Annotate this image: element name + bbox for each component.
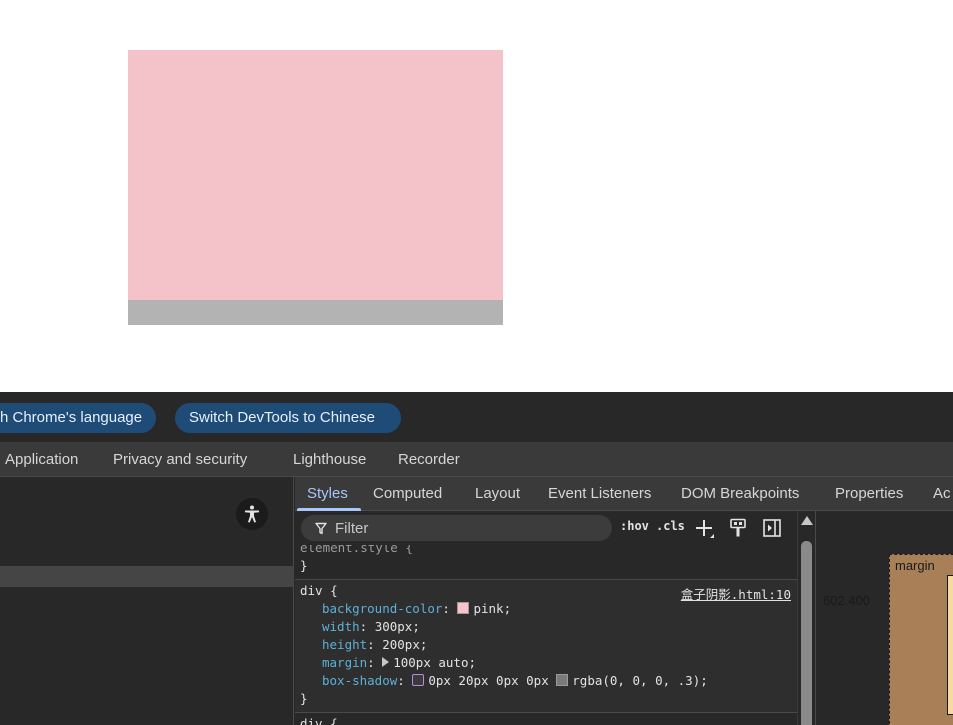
css-declaration[interactable]: margin: 100px auto; [300, 654, 792, 672]
css-property-value[interactable]: 200px [382, 637, 420, 652]
accessibility-tree-button[interactable] [236, 498, 268, 530]
tab-application[interactable]: Application [5, 443, 78, 477]
css-property-name[interactable]: box-shadow [322, 673, 397, 688]
stylesheet-source-link[interactable]: 盒子阴影.html:10 [681, 584, 791, 603]
css-property-name[interactable]: margin [322, 655, 367, 670]
paint-brush-icon [730, 518, 746, 537]
expand-triangle-icon[interactable] [382, 657, 390, 667]
language-infobar: h Chrome's language Switch DevTools to C… [0, 392, 953, 443]
box-shadow-area [128, 300, 503, 325]
style-rules-list: element.style { } div { 盒子阴影.html:10 bac… [295, 545, 797, 725]
color-swatch-icon[interactable] [556, 674, 569, 686]
sidebar-toggle-icon [763, 519, 781, 537]
accessibility-icon [245, 505, 259, 523]
plus-icon [696, 520, 714, 538]
new-style-rule-button[interactable] [693, 517, 715, 539]
box-model-margin-label: margin [895, 558, 935, 573]
css-property-value[interactable]: 100px auto [393, 655, 468, 670]
tab-dom-breakpoints[interactable]: DOM Breakpoints [681, 477, 799, 511]
styles-scrollbar[interactable] [797, 511, 815, 725]
rule-close-brace: } [300, 558, 308, 573]
switch-devtools-chinese-button[interactable]: Switch DevTools to Chinese [175, 403, 401, 433]
css-property-value-color[interactable]: rgba(0, 0, 0, .3) [572, 673, 700, 688]
rendering-emulation-button[interactable] [727, 517, 749, 539]
box-model-left-value[interactable]: 602.400 [823, 593, 870, 608]
filter-icon [315, 522, 327, 534]
class-toggle[interactable]: .cls [656, 519, 685, 533]
tab-properties[interactable]: Properties [835, 477, 903, 511]
css-declaration[interactable]: box-shadow: 0px 20px 0px 0px rgba(0, 0, … [300, 672, 792, 690]
tab-event-listeners[interactable]: Event Listeners [548, 477, 651, 511]
css-declaration[interactable]: height: 200px; [300, 636, 792, 654]
selected-node-row[interactable] [0, 566, 294, 587]
next-style-rule: div { [295, 713, 797, 725]
filter-placeholder: Filter [335, 519, 369, 537]
css-property-value[interactable]: 0px 20px 0px 0px [428, 673, 548, 688]
color-swatch-icon[interactable] [457, 602, 470, 614]
scroll-thumb[interactable] [801, 541, 812, 725]
box-model-border[interactable] [947, 575, 953, 715]
div-selector[interactable]: div { [300, 715, 792, 725]
box-model-pane: margin 602.400 [815, 511, 953, 725]
scroll-up-arrow-icon[interactable] [801, 516, 813, 525]
devtools-main-tabs: Application Privacy and security Lightho… [0, 443, 953, 477]
filter-input[interactable]: Filter [301, 515, 612, 541]
match-chrome-language-button[interactable]: h Chrome's language [0, 403, 157, 433]
css-property-value[interactable]: 300px [375, 619, 413, 634]
toggle-sidebar-button[interactable] [761, 517, 783, 539]
tab-accessibility[interactable]: Ac [933, 477, 951, 511]
tab-recorder[interactable]: Recorder [398, 443, 460, 477]
css-declaration[interactable]: width: 300px; [300, 618, 792, 636]
box-model-margin[interactable]: margin [889, 554, 953, 725]
css-property-name[interactable]: width [322, 619, 360, 634]
css-property-name[interactable]: background-color [322, 601, 442, 616]
sidebar-tabs: Styles Computed Layout Event Listeners D… [295, 477, 953, 511]
element-style-rule: element.style { } [295, 545, 797, 580]
rule-close-brace: } [300, 691, 308, 706]
hover-state-toggle[interactable]: :hov [620, 519, 649, 533]
elements-tree-pane [0, 477, 294, 725]
tab-lighthouse[interactable]: Lighthouse [293, 443, 366, 477]
styles-toolbar: Filter :hov .cls [295, 511, 797, 545]
styles-pane: Styles Computed Layout Event Listeners D… [295, 477, 953, 725]
pink-box[interactable] [128, 50, 503, 300]
shadow-editor-icon[interactable] [412, 674, 425, 686]
tab-layout[interactable]: Layout [475, 477, 520, 511]
element-style-selector[interactable]: element.style { [300, 545, 792, 557]
tab-computed[interactable]: Computed [373, 477, 442, 511]
tab-styles[interactable]: Styles [307, 477, 348, 511]
css-property-value[interactable]: pink [473, 601, 503, 616]
page-viewport [0, 0, 953, 392]
css-property-name[interactable]: height [322, 637, 367, 652]
tab-privacy-security[interactable]: Privacy and security [113, 443, 247, 477]
div-style-rule: div { 盒子阴影.html:10 background-color: pin… [295, 580, 797, 713]
devtools-panel: h Chrome's language Switch DevTools to C… [0, 392, 953, 725]
